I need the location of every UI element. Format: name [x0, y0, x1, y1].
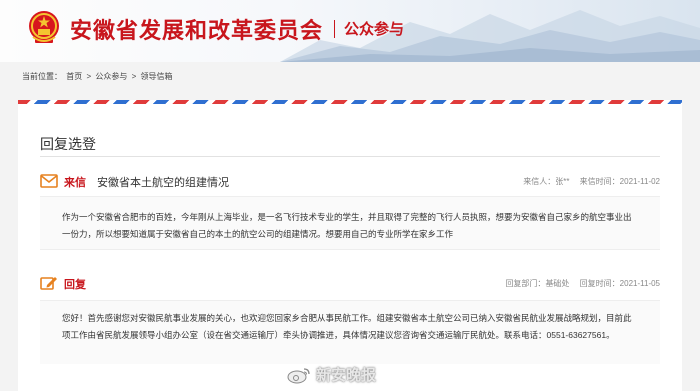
sender-label: 来信人：	[523, 177, 556, 186]
breadcrumb: 当前位置： 首页 > 公众参与 > 领导信箱	[22, 71, 175, 82]
letter-meta: 来信人：张** 来信时间：2021-11-02	[515, 176, 660, 187]
breadcrumb-home[interactable]: 首页	[66, 72, 82, 81]
reply-dept: 基础处	[545, 279, 570, 288]
letter-date: 2021-11-02	[619, 177, 660, 186]
letter-subject: 安徽省本土航空的组建情况	[97, 177, 229, 189]
breadcrumb-separator: >	[86, 72, 92, 81]
reply-meta: 回复部门：基础处 回复时间：2021-11-05	[497, 278, 660, 289]
letter-date-label: 来信时间：	[579, 177, 620, 186]
reply-body: 您好！首先感谢您对安徽民航事业发展的关心，也欢迎您回家乡合肥从事民航工作。组建安…	[40, 300, 660, 364]
airmail-border	[18, 100, 682, 104]
national-emblem-icon[interactable]	[27, 9, 61, 45]
reply-card: 回复选登 来信 安徽省本土航空的组建情况 来信人：张** 来信时间：2021-1…	[18, 100, 682, 391]
reply-label: 回复	[64, 279, 86, 291]
site-title[interactable]: 安徽省发展和改革委员会	[70, 13, 323, 45]
reply-edit-icon	[40, 277, 57, 290]
site-header: 安徽省发展和改革委员会 公众参与	[0, 0, 700, 62]
breadcrumb-public[interactable]: 公众参与	[95, 72, 127, 81]
weibo-logo-icon	[287, 368, 310, 384]
title-divider	[40, 156, 660, 157]
breadcrumb-bar: 当前位置： 首页 > 公众参与 > 领导信箱	[0, 66, 700, 88]
sender-name: 张**	[555, 177, 570, 186]
breadcrumb-mailbox[interactable]: 领导信箱	[141, 72, 173, 81]
breadcrumb-separator: >	[131, 72, 137, 81]
watermark-text: 新安晚报	[316, 367, 377, 384]
envelope-icon	[40, 174, 58, 188]
letter-header: 来信 安徽省本土航空的组建情况 来信人：张** 来信时间：2021-11-02	[40, 172, 660, 192]
reply-header: 回复 回复部门：基础处 回复时间：2021-11-05	[40, 274, 660, 294]
letter-label: 来信	[64, 177, 86, 189]
reply-dept-label: 回复部门：	[505, 279, 546, 288]
header-divider	[334, 20, 335, 38]
section-title[interactable]: 公众参与	[344, 18, 404, 39]
watermark: 新安晚报	[282, 364, 412, 386]
mountain-background	[280, 10, 700, 62]
reply-date-label: 回复时间：	[579, 279, 620, 288]
reply-date: 2021-11-05	[619, 279, 660, 288]
breadcrumb-label: 当前位置：	[22, 72, 62, 81]
card-title: 回复选登	[40, 136, 96, 152]
letter-body: 作为一个安徽省合肥市的百姓，今年刚从上海毕业，是一名飞行技术专业的学生，并且取得…	[40, 196, 660, 250]
